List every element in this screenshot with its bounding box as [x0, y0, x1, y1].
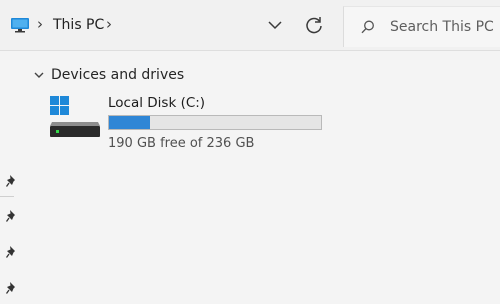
address-toolbar: › This PC › Search This PC — [0, 0, 500, 51]
computer-monitor-icon[interactable] — [10, 17, 30, 33]
refresh-icon[interactable] — [303, 14, 325, 36]
drive-name: Local Disk (C:) — [108, 95, 206, 111]
group-label: Devices and drives — [51, 67, 185, 83]
pin-icon[interactable] — [6, 174, 18, 188]
file-explorer-window: › This PC › Search This PC Devices and d… — [0, 0, 500, 304]
navigation-pane — [0, 50, 24, 304]
search-input[interactable]: Search This PC — [390, 19, 494, 35]
search-box[interactable]: Search This PC — [343, 6, 500, 47]
chevron-down-icon[interactable] — [33, 70, 45, 80]
windows-drive-icon — [50, 96, 100, 137]
breadcrumb-separator[interactable]: › — [37, 15, 43, 33]
pin-icon[interactable] — [6, 245, 18, 259]
breadcrumb-separator-trailing[interactable]: › — [106, 15, 112, 33]
breadcrumb-this-pc[interactable]: This PC — [53, 17, 104, 33]
nav-divider — [0, 196, 14, 197]
search-icon — [361, 20, 374, 34]
drive-usage-fill — [109, 116, 151, 129]
pin-icon[interactable] — [6, 209, 18, 223]
drive-usage-bar — [108, 115, 322, 130]
address-bar[interactable]: › This PC › — [0, 2, 338, 46]
drive-tile-local-disk-c[interactable]: Local Disk (C:) 190 GB free of 236 GB — [46, 92, 336, 154]
pin-icon[interactable] — [6, 281, 18, 295]
drive-free-space: 190 GB free of 236 GB — [108, 136, 255, 151]
chevron-down-icon[interactable] — [265, 14, 285, 36]
devices-and-drives-header[interactable]: Devices and drives — [33, 66, 184, 84]
